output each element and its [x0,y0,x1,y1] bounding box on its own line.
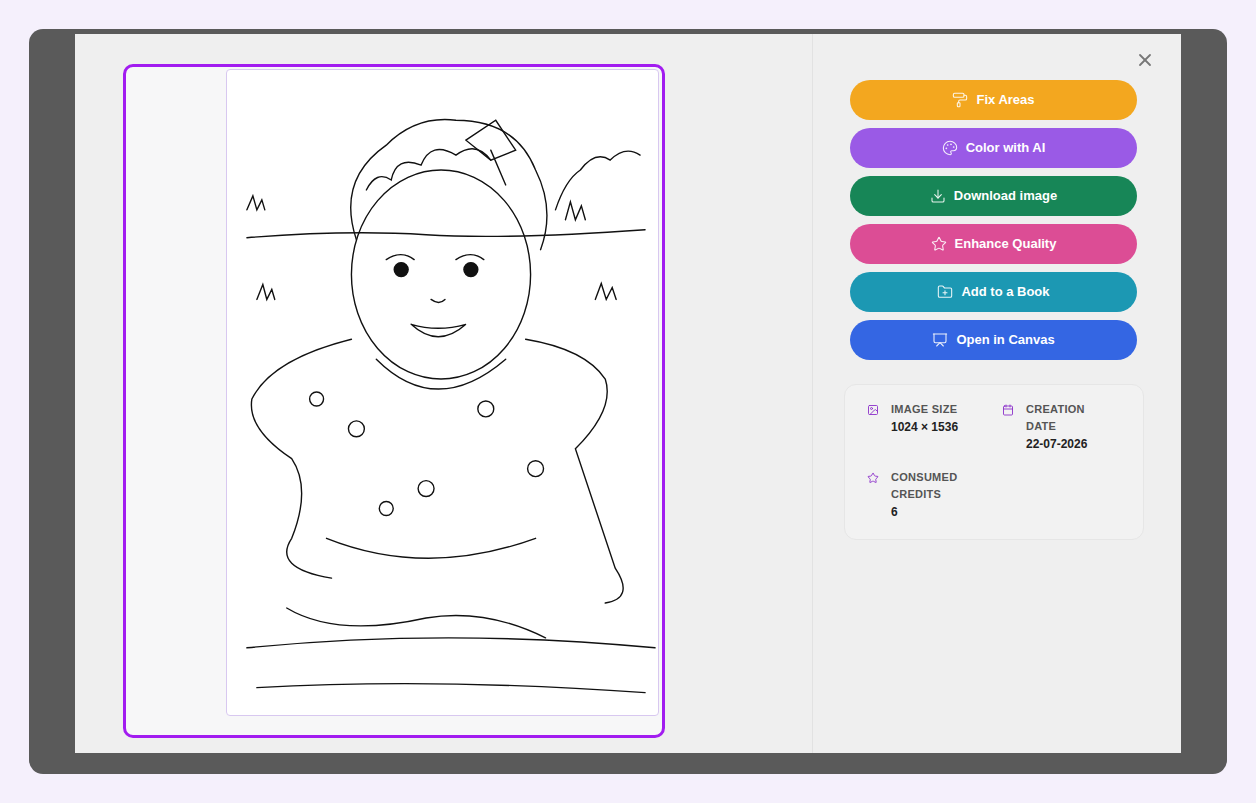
info-value: 22-07-2026 [1026,435,1110,453]
palette-icon [942,140,958,156]
canvas-icon [932,332,948,348]
close-button[interactable] [1134,49,1156,71]
info-item: IMAGE SIZE1024 × 1536 [867,401,986,453]
info-label: CONSUMED CREDITS [891,469,975,503]
info-item: CREATION DATE22-07-2026 [1002,401,1121,453]
action-button[interactable]: Enhance Quality [850,224,1137,264]
action-button[interactable]: Add to a Book [850,272,1137,312]
info-label: IMAGE SIZE [891,401,958,418]
info-item: CONSUMED CREDITS6 [867,469,986,521]
image-dialog: Fix Areas Color with AI Download image Enha… [75,34,1181,753]
info-card: IMAGE SIZE1024 × 1536 CREATION DATE22-07-… [844,384,1144,540]
star-icon [867,472,879,484]
download-icon [930,188,946,204]
action-list: Fix Areas Color with AI Download image Enha… [844,80,1181,360]
close-icon [1135,50,1155,70]
calendar-icon [1002,404,1014,416]
folder-icon [937,284,953,300]
info-label: CREATION DATE [1026,401,1110,435]
action-button[interactable]: Download image [850,176,1137,216]
side-panel: Fix Areas Color with AI Download image Enha… [812,34,1181,753]
image-icon [867,404,879,416]
action-button[interactable]: Color with AI [850,128,1137,168]
coloring-page [226,69,659,716]
star-icon [931,236,947,252]
action-button[interactable]: Open in Canvas [850,320,1137,360]
preview-frame [123,64,665,738]
info-value: 6 [891,503,975,521]
action-button[interactable]: Fix Areas [850,80,1137,120]
coloring-page-image [227,70,658,715]
preview-area [75,34,812,753]
backdrop: Fix Areas Color with AI Download image Enha… [29,29,1227,774]
page: Fix Areas Color with AI Download image Enha… [0,0,1256,803]
info-value: 1024 × 1536 [891,418,958,436]
roller-icon [952,92,968,108]
